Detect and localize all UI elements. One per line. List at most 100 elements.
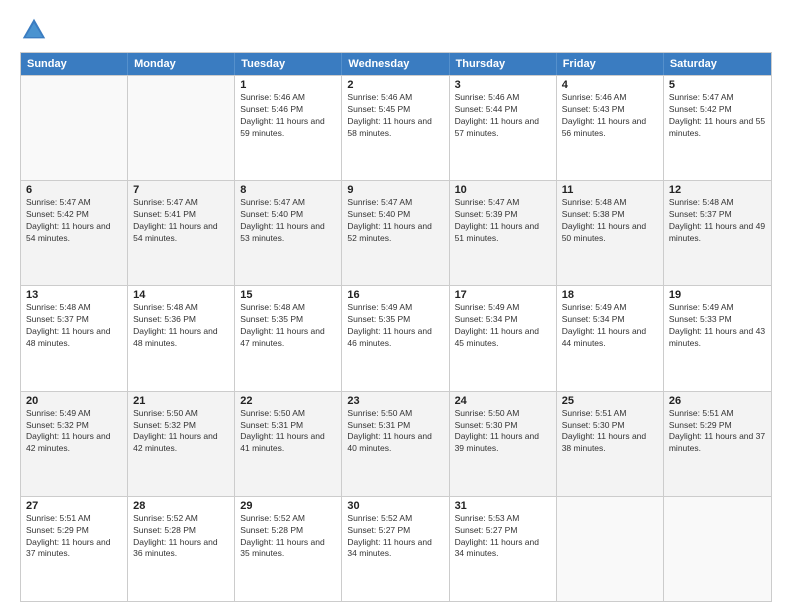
calendar-day-cell: 23Sunrise: 5:50 AM Sunset: 5:31 PM Dayli… xyxy=(342,392,449,496)
calendar-day-cell: 10Sunrise: 5:47 AM Sunset: 5:39 PM Dayli… xyxy=(450,181,557,285)
calendar-day-cell: 8Sunrise: 5:47 AM Sunset: 5:40 PM Daylig… xyxy=(235,181,342,285)
empty-cell xyxy=(557,497,664,601)
day-number: 25 xyxy=(562,395,658,407)
calendar-header: SundayMondayTuesdayWednesdayThursdayFrid… xyxy=(21,53,771,75)
day-info: Sunrise: 5:47 AM Sunset: 5:40 PM Dayligh… xyxy=(347,197,443,245)
calendar-day-cell: 18Sunrise: 5:49 AM Sunset: 5:34 PM Dayli… xyxy=(557,286,664,390)
day-number: 5 xyxy=(669,79,766,91)
day-info: Sunrise: 5:47 AM Sunset: 5:42 PM Dayligh… xyxy=(26,197,122,245)
day-number: 2 xyxy=(347,79,443,91)
day-info: Sunrise: 5:48 AM Sunset: 5:35 PM Dayligh… xyxy=(240,302,336,350)
calendar-day-cell: 29Sunrise: 5:52 AM Sunset: 5:28 PM Dayli… xyxy=(235,497,342,601)
empty-cell xyxy=(664,497,771,601)
day-info: Sunrise: 5:47 AM Sunset: 5:41 PM Dayligh… xyxy=(133,197,229,245)
calendar-body: 1Sunrise: 5:46 AM Sunset: 5:46 PM Daylig… xyxy=(21,75,771,601)
day-number: 29 xyxy=(240,500,336,512)
day-info: Sunrise: 5:46 AM Sunset: 5:45 PM Dayligh… xyxy=(347,92,443,140)
calendar-row: 6Sunrise: 5:47 AM Sunset: 5:42 PM Daylig… xyxy=(21,180,771,285)
day-number: 15 xyxy=(240,289,336,301)
calendar-row: 13Sunrise: 5:48 AM Sunset: 5:37 PM Dayli… xyxy=(21,285,771,390)
day-number: 14 xyxy=(133,289,229,301)
weekday-header: Friday xyxy=(557,53,664,75)
day-number: 4 xyxy=(562,79,658,91)
day-info: Sunrise: 5:49 AM Sunset: 5:34 PM Dayligh… xyxy=(455,302,551,350)
calendar-day-cell: 25Sunrise: 5:51 AM Sunset: 5:30 PM Dayli… xyxy=(557,392,664,496)
day-info: Sunrise: 5:48 AM Sunset: 5:36 PM Dayligh… xyxy=(133,302,229,350)
day-info: Sunrise: 5:52 AM Sunset: 5:28 PM Dayligh… xyxy=(240,513,336,561)
calendar-day-cell: 11Sunrise: 5:48 AM Sunset: 5:38 PM Dayli… xyxy=(557,181,664,285)
day-info: Sunrise: 5:52 AM Sunset: 5:28 PM Dayligh… xyxy=(133,513,229,561)
calendar-day-cell: 4Sunrise: 5:46 AM Sunset: 5:43 PM Daylig… xyxy=(557,76,664,180)
calendar-day-cell: 27Sunrise: 5:51 AM Sunset: 5:29 PM Dayli… xyxy=(21,497,128,601)
calendar-day-cell: 22Sunrise: 5:50 AM Sunset: 5:31 PM Dayli… xyxy=(235,392,342,496)
day-info: Sunrise: 5:46 AM Sunset: 5:46 PM Dayligh… xyxy=(240,92,336,140)
calendar: SundayMondayTuesdayWednesdayThursdayFrid… xyxy=(20,52,772,602)
calendar-day-cell: 15Sunrise: 5:48 AM Sunset: 5:35 PM Dayli… xyxy=(235,286,342,390)
day-info: Sunrise: 5:50 AM Sunset: 5:31 PM Dayligh… xyxy=(347,408,443,456)
weekday-header: Tuesday xyxy=(235,53,342,75)
day-info: Sunrise: 5:49 AM Sunset: 5:32 PM Dayligh… xyxy=(26,408,122,456)
day-info: Sunrise: 5:49 AM Sunset: 5:33 PM Dayligh… xyxy=(669,302,766,350)
day-number: 16 xyxy=(347,289,443,301)
day-number: 26 xyxy=(669,395,766,407)
day-number: 12 xyxy=(669,184,766,196)
day-number: 13 xyxy=(26,289,122,301)
calendar-day-cell: 17Sunrise: 5:49 AM Sunset: 5:34 PM Dayli… xyxy=(450,286,557,390)
day-number: 27 xyxy=(26,500,122,512)
day-info: Sunrise: 5:49 AM Sunset: 5:34 PM Dayligh… xyxy=(562,302,658,350)
calendar-day-cell: 20Sunrise: 5:49 AM Sunset: 5:32 PM Dayli… xyxy=(21,392,128,496)
day-number: 18 xyxy=(562,289,658,301)
calendar-row: 20Sunrise: 5:49 AM Sunset: 5:32 PM Dayli… xyxy=(21,391,771,496)
weekday-header: Thursday xyxy=(450,53,557,75)
day-number: 1 xyxy=(240,79,336,91)
calendar-day-cell: 14Sunrise: 5:48 AM Sunset: 5:36 PM Dayli… xyxy=(128,286,235,390)
day-info: Sunrise: 5:50 AM Sunset: 5:32 PM Dayligh… xyxy=(133,408,229,456)
calendar-day-cell: 9Sunrise: 5:47 AM Sunset: 5:40 PM Daylig… xyxy=(342,181,449,285)
logo-icon xyxy=(20,16,48,44)
day-info: Sunrise: 5:49 AM Sunset: 5:35 PM Dayligh… xyxy=(347,302,443,350)
day-info: Sunrise: 5:47 AM Sunset: 5:40 PM Dayligh… xyxy=(240,197,336,245)
empty-cell xyxy=(21,76,128,180)
calendar-day-cell: 30Sunrise: 5:52 AM Sunset: 5:27 PM Dayli… xyxy=(342,497,449,601)
day-number: 23 xyxy=(347,395,443,407)
page: SundayMondayTuesdayWednesdayThursdayFrid… xyxy=(0,0,792,612)
calendar-day-cell: 2Sunrise: 5:46 AM Sunset: 5:45 PM Daylig… xyxy=(342,76,449,180)
calendar-day-cell: 31Sunrise: 5:53 AM Sunset: 5:27 PM Dayli… xyxy=(450,497,557,601)
logo xyxy=(20,16,52,44)
weekday-header: Saturday xyxy=(664,53,771,75)
calendar-day-cell: 16Sunrise: 5:49 AM Sunset: 5:35 PM Dayli… xyxy=(342,286,449,390)
day-info: Sunrise: 5:50 AM Sunset: 5:30 PM Dayligh… xyxy=(455,408,551,456)
day-info: Sunrise: 5:48 AM Sunset: 5:37 PM Dayligh… xyxy=(669,197,766,245)
day-number: 28 xyxy=(133,500,229,512)
calendar-day-cell: 13Sunrise: 5:48 AM Sunset: 5:37 PM Dayli… xyxy=(21,286,128,390)
day-info: Sunrise: 5:48 AM Sunset: 5:38 PM Dayligh… xyxy=(562,197,658,245)
day-info: Sunrise: 5:53 AM Sunset: 5:27 PM Dayligh… xyxy=(455,513,551,561)
weekday-header: Monday xyxy=(128,53,235,75)
calendar-day-cell: 19Sunrise: 5:49 AM Sunset: 5:33 PM Dayli… xyxy=(664,286,771,390)
day-number: 3 xyxy=(455,79,551,91)
day-info: Sunrise: 5:47 AM Sunset: 5:39 PM Dayligh… xyxy=(455,197,551,245)
weekday-header: Sunday xyxy=(21,53,128,75)
day-number: 22 xyxy=(240,395,336,407)
day-info: Sunrise: 5:46 AM Sunset: 5:44 PM Dayligh… xyxy=(455,92,551,140)
day-info: Sunrise: 5:51 AM Sunset: 5:29 PM Dayligh… xyxy=(669,408,766,456)
calendar-day-cell: 12Sunrise: 5:48 AM Sunset: 5:37 PM Dayli… xyxy=(664,181,771,285)
calendar-day-cell: 24Sunrise: 5:50 AM Sunset: 5:30 PM Dayli… xyxy=(450,392,557,496)
calendar-row: 27Sunrise: 5:51 AM Sunset: 5:29 PM Dayli… xyxy=(21,496,771,601)
day-number: 6 xyxy=(26,184,122,196)
header xyxy=(20,16,772,44)
day-info: Sunrise: 5:50 AM Sunset: 5:31 PM Dayligh… xyxy=(240,408,336,456)
calendar-day-cell: 7Sunrise: 5:47 AM Sunset: 5:41 PM Daylig… xyxy=(128,181,235,285)
day-number: 11 xyxy=(562,184,658,196)
day-info: Sunrise: 5:52 AM Sunset: 5:27 PM Dayligh… xyxy=(347,513,443,561)
day-number: 9 xyxy=(347,184,443,196)
day-info: Sunrise: 5:47 AM Sunset: 5:42 PM Dayligh… xyxy=(669,92,766,140)
calendar-day-cell: 3Sunrise: 5:46 AM Sunset: 5:44 PM Daylig… xyxy=(450,76,557,180)
calendar-day-cell: 21Sunrise: 5:50 AM Sunset: 5:32 PM Dayli… xyxy=(128,392,235,496)
day-number: 30 xyxy=(347,500,443,512)
day-number: 17 xyxy=(455,289,551,301)
day-number: 24 xyxy=(455,395,551,407)
calendar-day-cell: 26Sunrise: 5:51 AM Sunset: 5:29 PM Dayli… xyxy=(664,392,771,496)
day-number: 19 xyxy=(669,289,766,301)
calendar-day-cell: 1Sunrise: 5:46 AM Sunset: 5:46 PM Daylig… xyxy=(235,76,342,180)
